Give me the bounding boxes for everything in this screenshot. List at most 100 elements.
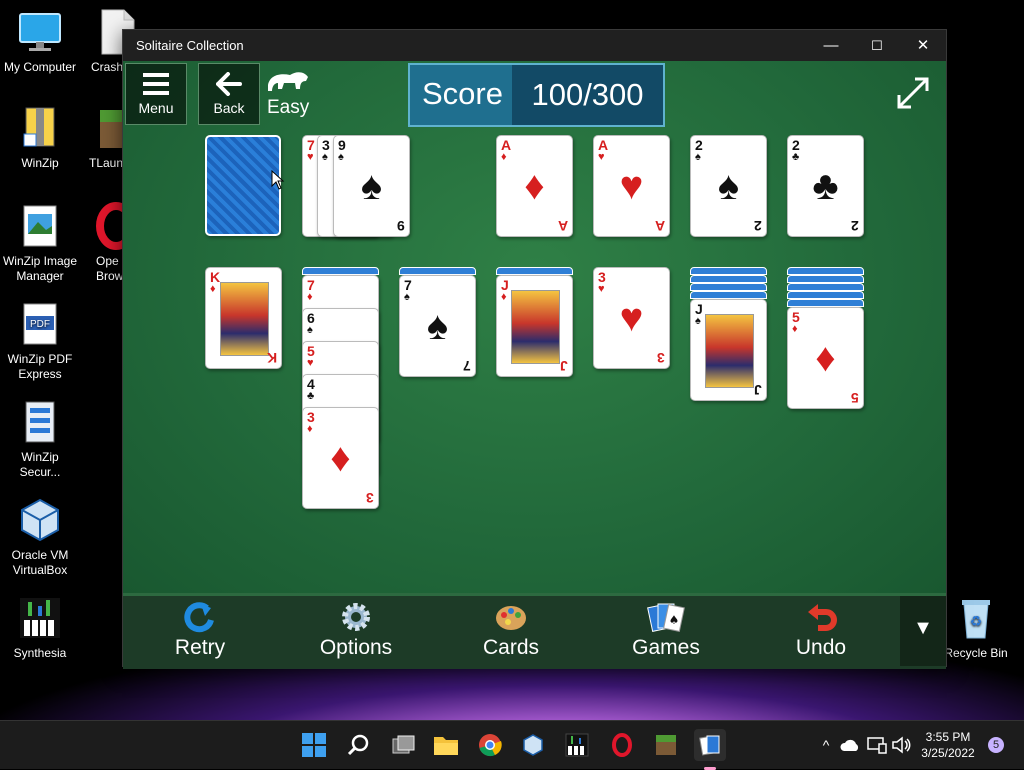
expand-icon[interactable] (895, 75, 931, 111)
cards-button[interactable]: Cards (451, 596, 571, 666)
virtualbox-icon (523, 734, 543, 756)
minecraft-block-icon (656, 735, 676, 755)
foundation-card[interactable]: A ♥ ♥ A (593, 135, 670, 237)
desktop-icon-label: My Computer (3, 60, 77, 74)
clock[interactable]: 3:55 PM 3/25/2022 (915, 729, 981, 761)
network-button[interactable] (866, 729, 888, 761)
card-suit: ♠ (338, 151, 344, 163)
minimize-button[interactable]: — (808, 30, 854, 61)
stock-pile[interactable] (205, 135, 281, 236)
cards-label: Cards (482, 636, 540, 659)
desktop-icon-label: Oracle VM VirtualBox (11, 548, 69, 577)
card-center-suit: ♦ (330, 436, 351, 480)
waste-card[interactable]: 9 ♠ ♠ 9 (333, 135, 410, 237)
court-card-art (511, 290, 560, 364)
synthesia-taskbar-button[interactable] (561, 729, 593, 761)
foundation-card[interactable]: 2 ♠ ♠ 2 (690, 135, 767, 237)
solitaire-taskbar-button[interactable] (694, 729, 726, 770)
tableau-card[interactable]: K ♦ K (205, 267, 282, 369)
undo-button[interactable]: Undo (761, 596, 881, 666)
file-explorer-button[interactable] (430, 729, 462, 761)
desktop-icon-winzip-pdf-express[interactable]: PDF WinZip PDF Express (0, 300, 80, 382)
tableau-card[interactable]: J ♦ J (496, 275, 573, 377)
desktop-icon-label: Synthesia (13, 646, 67, 660)
menu-button[interactable]: Menu (125, 63, 187, 125)
card-rank-corner: 3 (366, 490, 374, 506)
card-rank: J (695, 301, 703, 317)
card-rank-corner: 7 (463, 358, 471, 374)
face-down-card (690, 291, 767, 299)
piano-icon (565, 733, 589, 757)
desktop-icon-my-computer[interactable]: My Computer (0, 8, 80, 75)
card-rank: 9 (338, 137, 346, 153)
virtualbox-taskbar-button[interactable] (517, 729, 549, 761)
clock-date: 3/25/2022 (921, 746, 975, 760)
svg-text:PDF: PDF (30, 319, 50, 330)
games-button[interactable]: ♠ Games (606, 596, 726, 666)
search-button[interactable] (342, 729, 374, 761)
image-manager-icon (16, 202, 64, 250)
card-suit: ♣ (307, 390, 315, 402)
desktop-icon-recycle-bin[interactable]: ♻ Recycle Bin (936, 594, 1016, 661)
winzip-secure-icon (16, 398, 64, 446)
solitaire-icon (699, 735, 720, 756)
tray-overflow-button[interactable]: ^ (818, 729, 834, 761)
desktop-icon-label: Ope Brow (96, 254, 124, 283)
card-rank: K (210, 269, 221, 285)
collapse-toolbar-button[interactable]: ▼ (900, 596, 946, 666)
tlauncher-taskbar-button[interactable] (650, 729, 682, 761)
court-card-art (705, 314, 754, 388)
desktop-icon-winzip-secure[interactable]: WinZip Secur... (0, 398, 80, 480)
card-suit: ♦ (792, 323, 798, 335)
opera-icon (612, 733, 632, 757)
tableau-card[interactable]: J ♠ J (690, 299, 767, 401)
maximize-button[interactable]: ☐ (854, 30, 900, 61)
card-rank: 3 (322, 137, 330, 153)
card-suit: ♣ (792, 151, 800, 163)
tableau-card[interactable]: 3 ♦ ♦ 3 (302, 407, 379, 509)
card-rank-corner: 3 (657, 350, 665, 366)
start-button[interactable] (298, 729, 330, 761)
difficulty-label: Easy (267, 97, 310, 118)
retry-button[interactable]: Retry (140, 596, 260, 666)
options-button[interactable]: Options (296, 596, 416, 666)
card-rank: 6 (307, 310, 315, 326)
desktop-icon-winzip[interactable]: WinZip (0, 104, 80, 171)
face-down-card (399, 267, 476, 275)
tableau-card[interactable]: 3 ♥ ♥ 3 (593, 267, 670, 369)
task-view-button[interactable] (387, 729, 419, 761)
card-rank: 7 (307, 137, 315, 153)
title-bar[interactable]: Solitaire Collection — ☐ ✕ (123, 30, 946, 61)
close-button[interactable]: ✕ (900, 30, 946, 61)
card-rank: J (501, 277, 509, 293)
speaker-icon (892, 736, 911, 754)
tableau-card[interactable]: 7 ♠ ♠ 7 (399, 275, 476, 377)
undo-icon (761, 600, 881, 636)
back-button[interactable]: Back (198, 63, 260, 125)
volume-button[interactable] (890, 729, 912, 761)
foundation-card[interactable]: 2 ♣ ♣ 2 (787, 135, 864, 237)
tableau-card[interactable]: 5 ♦ ♦ 5 (787, 307, 864, 409)
desktop-icon-virtualbox[interactable]: Oracle VM VirtualBox (0, 496, 80, 578)
desktop-icon-label: WinZip Secur... (19, 450, 61, 479)
card-rank-corner: J (560, 358, 568, 374)
foundation-card[interactable]: A ♦ ♦ A (496, 135, 573, 237)
chrome-button[interactable] (474, 729, 506, 761)
onedrive-button[interactable] (840, 729, 860, 761)
polar-bear-icon (268, 72, 308, 91)
bottom-toolbar: Retry Options Cards ♠ Games Undo ▼ (123, 593, 946, 669)
card-rank: 3 (598, 269, 606, 285)
chrome-icon (479, 734, 502, 757)
card-rank-corner: 2 (851, 218, 859, 234)
piano-icon (16, 594, 64, 642)
desktop-icon-label: Recycle Bin (944, 646, 1008, 660)
desktop-icon-label: WinZip (21, 156, 59, 170)
opera-icon (92, 202, 122, 250)
face-down-card (690, 283, 767, 291)
desktop-icon-winzip-image-manager[interactable]: WinZip Image Manager (0, 202, 80, 284)
score-label: Score (422, 76, 503, 111)
desktop-icon-synthesia[interactable]: Synthesia (0, 594, 80, 661)
desktop-icon-opera[interactable]: Ope Brow (72, 202, 124, 284)
opera-taskbar-button[interactable] (606, 729, 638, 761)
notification-badge[interactable]: 5 (988, 737, 1004, 753)
